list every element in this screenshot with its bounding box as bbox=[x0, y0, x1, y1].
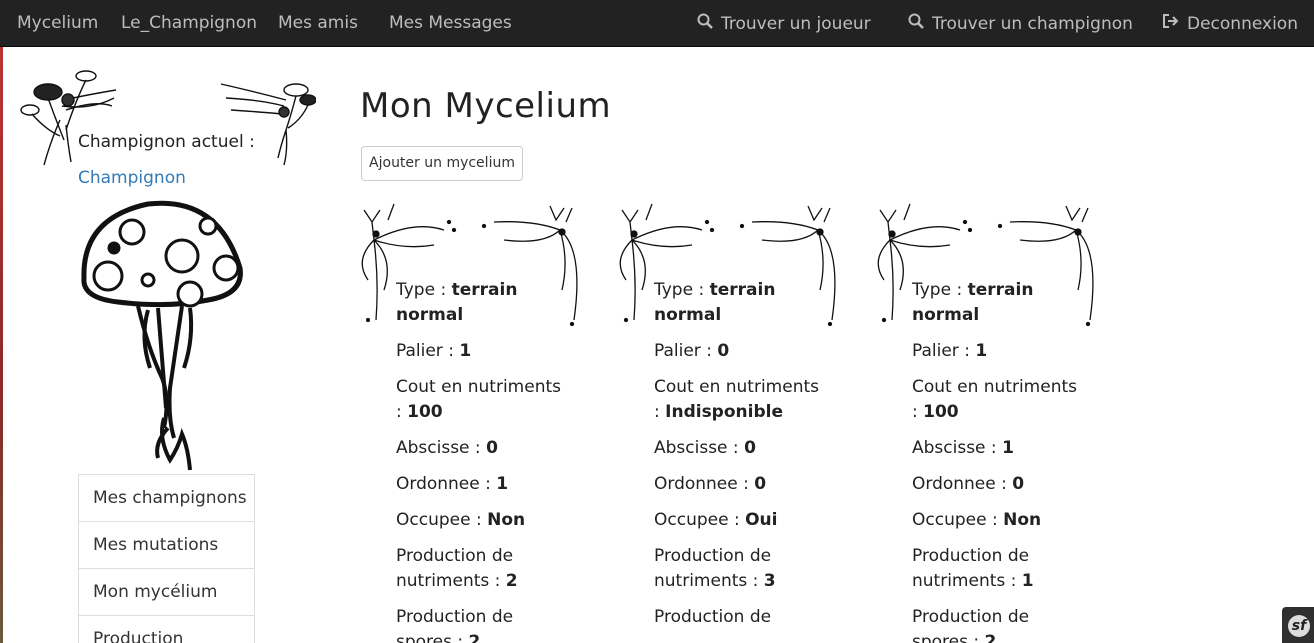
row-palier: Palier : 1 bbox=[912, 341, 988, 361]
page-title: Mon Mycelium bbox=[360, 86, 612, 126]
card-body: Type : terrain normal Palier : 1 Cout en… bbox=[396, 278, 571, 643]
symfony-toolbar-toggle[interactable]: sf bbox=[1282, 607, 1314, 643]
row-palier: Palier : 1 bbox=[396, 341, 472, 361]
card-body: Type : terrain normal Palier : 0 Cout en… bbox=[654, 278, 829, 641]
sidebar-item-production[interactable]: Production bbox=[79, 616, 254, 643]
card-body: Type : terrain normal Palier : 1 Cout en… bbox=[912, 278, 1087, 643]
nav-find-player-label: Trouver un joueur bbox=[721, 14, 871, 34]
row-ordonnee: Ordonnee : 0 bbox=[912, 474, 1025, 494]
nav-find-player[interactable]: Trouver un joueur bbox=[697, 0, 871, 47]
row-production-spores: Production de bbox=[654, 607, 772, 627]
mushroom-illustration bbox=[81, 200, 243, 471]
mycelium-card: Type : terrain normal Palier : 1 Cout en… bbox=[358, 200, 598, 643]
row-ordonnee: Ordonnee : 1 bbox=[396, 474, 509, 494]
row-production-nutriments: Production de nutriments : 1 bbox=[912, 546, 1034, 591]
row-type: Type : terrain normal bbox=[396, 280, 518, 325]
row-abscisse: Abscisse : 0 bbox=[654, 438, 756, 458]
row-occupee: Occupee : Oui bbox=[654, 510, 778, 530]
row-cout: Cout en nutriments : 100 bbox=[912, 377, 1077, 422]
sidebar-menu: Mes champignons Mes mutations Mon mycéli… bbox=[78, 474, 255, 643]
row-type: Type : terrain normal bbox=[912, 280, 1034, 325]
sidebar-item-mes-champignons[interactable]: Mes champignons bbox=[79, 475, 254, 522]
nav-find-mushroom-label: Trouver un champignon bbox=[932, 14, 1133, 34]
mycelium-card: Type : terrain normal Palier : 1 Cout en… bbox=[874, 200, 1114, 643]
nav-logout[interactable]: Deconnexion bbox=[1162, 0, 1298, 47]
window-edge bbox=[0, 47, 3, 643]
mycelium-card: Type : terrain normal Palier : 0 Cout en… bbox=[616, 200, 856, 643]
row-ordonnee: Ordonnee : 0 bbox=[654, 474, 767, 494]
row-production-nutriments: Production de nutriments : 2 bbox=[396, 546, 518, 591]
add-mycelium-button[interactable]: Ajouter un mycelium bbox=[361, 146, 523, 181]
nav-mycelium[interactable]: Mycelium bbox=[17, 0, 98, 47]
row-occupee: Occupee : Non bbox=[912, 510, 1042, 530]
sidebar-item-mon-mycelium[interactable]: Mon mycélium bbox=[79, 569, 254, 616]
logout-icon bbox=[1162, 0, 1179, 47]
row-production-nutriments: Production de nutriments : 3 bbox=[654, 546, 776, 591]
nav-le-champignon[interactable]: Le_Champignon bbox=[121, 0, 257, 47]
nav-mes-messages[interactable]: Mes Messages bbox=[389, 0, 512, 47]
row-production-spores: Production de spores : 2 bbox=[396, 607, 514, 643]
search-icon bbox=[697, 0, 713, 47]
row-cout: Cout en nutriments : 100 bbox=[396, 377, 561, 422]
row-palier: Palier : 0 bbox=[654, 341, 730, 361]
nav-mes-amis[interactable]: Mes amis bbox=[278, 0, 358, 47]
row-type: Type : terrain normal bbox=[654, 280, 776, 325]
nav-logout-label: Deconnexion bbox=[1187, 14, 1298, 34]
row-production-spores: Production de spores : 2 bbox=[912, 607, 1030, 643]
top-navbar: Mycelium Le_Champignon Mes amis Mes Mess… bbox=[0, 0, 1314, 47]
row-cout: Cout en nutriments : Indisponible bbox=[654, 377, 819, 422]
current-mushroom-link[interactable]: Champignon bbox=[78, 168, 186, 188]
row-abscisse: Abscisse : 1 bbox=[912, 438, 1014, 458]
nav-find-mushroom[interactable]: Trouver un champignon bbox=[908, 0, 1133, 47]
sidebar-item-mes-mutations[interactable]: Mes mutations bbox=[79, 522, 254, 569]
symfony-logo-icon: sf bbox=[1288, 615, 1310, 637]
row-abscisse: Abscisse : 0 bbox=[396, 438, 498, 458]
row-occupee: Occupee : Non bbox=[396, 510, 526, 530]
mushroom-doodle-top bbox=[20, 70, 316, 166]
search-icon bbox=[908, 0, 924, 47]
current-mushroom-label: Champignon actuel : bbox=[78, 132, 255, 152]
